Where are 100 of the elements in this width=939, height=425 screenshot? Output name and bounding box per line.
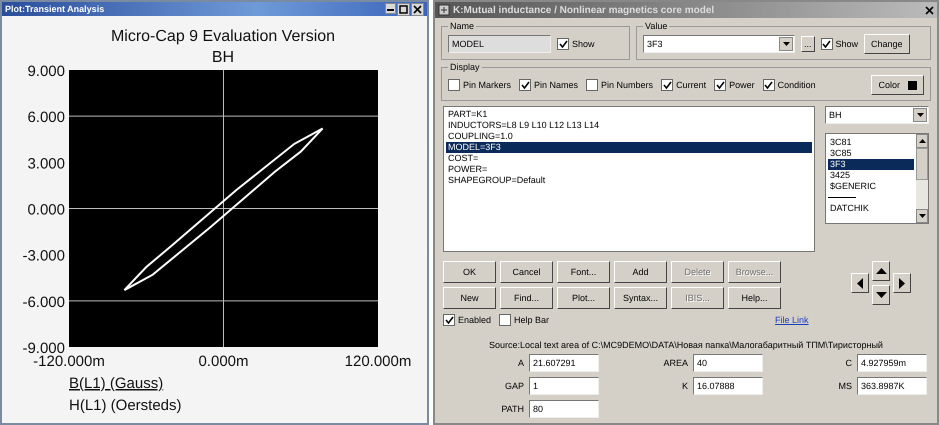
- group-label: Name: [449, 21, 476, 31]
- caret-down-icon: [782, 42, 790, 46]
- dialog-button[interactable]: Syntax...: [614, 287, 667, 309]
- checkbox-label: Help Bar: [514, 315, 550, 325]
- parameter-field[interactable]: 363.8987K: [857, 377, 927, 395]
- app-icon: [438, 4, 450, 16]
- x-tick-label: 0.000m: [198, 353, 249, 370]
- maximize-icon: [399, 4, 408, 14]
- caret-up-icon: [918, 139, 926, 143]
- y-tick-label: -6.000: [22, 294, 65, 311]
- parameter-label: K: [682, 381, 688, 391]
- attribute-item[interactable]: PART=K1: [446, 109, 812, 120]
- checkbox-label: Pin Markers: [463, 80, 512, 90]
- caret-down-icon: [916, 113, 924, 117]
- checkbox-label: Show: [836, 39, 858, 49]
- attribute-item[interactable]: MODEL=3F3: [446, 142, 812, 153]
- color-button[interactable]: Color: [871, 75, 924, 95]
- checkbox-label: Pin Names: [534, 80, 578, 90]
- checkbox-label: Power: [729, 80, 755, 90]
- maximize-button[interactable]: [397, 2, 410, 16]
- y-tick-label: 9.000: [27, 63, 65, 80]
- change-button[interactable]: Change: [864, 34, 910, 54]
- triangle-up-icon: [876, 268, 886, 274]
- close-icon: [413, 4, 422, 14]
- y-tick-label: 6.000: [27, 109, 65, 126]
- parameter-label: A: [518, 358, 524, 368]
- attribute-item[interactable]: COUPLING=1.0: [446, 131, 812, 142]
- up-arrow-button[interactable]: [872, 261, 890, 281]
- dialog-button[interactable]: New: [443, 287, 496, 309]
- group-label: Display: [449, 62, 481, 72]
- checkbox[interactable]: [762, 79, 775, 91]
- right-arrow-button[interactable]: [893, 273, 911, 293]
- triangle-down-icon: [876, 292, 886, 298]
- window-title: Plot:Transient Analysis: [5, 4, 104, 14]
- parameter-label: PATH: [501, 404, 524, 414]
- attribute-item[interactable]: SHAPEGROUP=Default: [446, 175, 812, 186]
- checkbox[interactable]: [820, 38, 833, 50]
- model-item[interactable]: 3F3: [828, 159, 914, 170]
- checkbox[interactable]: [443, 314, 455, 326]
- value-combo[interactable]: 3F3: [643, 35, 795, 53]
- window-title: K:Mutual inductance / Nonlinear magnetics core model: [453, 4, 716, 16]
- plot-heading: Micro-Cap 9 Evaluation Version: [110, 28, 336, 45]
- attribute-item[interactable]: INDUCTORS=L8 L9 L10 L12 L13 L14: [446, 120, 812, 131]
- close-button[interactable]: [411, 2, 424, 16]
- file-link[interactable]: File Link: [775, 315, 809, 325]
- y-tick-label: 3.000: [27, 155, 65, 172]
- model-item[interactable]: $GENERIC: [828, 181, 914, 192]
- parameter-field[interactable]: 80: [529, 400, 599, 418]
- checkbox-label: Current: [676, 80, 706, 90]
- attribute-item[interactable]: COST=: [446, 153, 812, 164]
- checkbox-label: Condition: [778, 80, 816, 90]
- group-label: Value: [644, 21, 668, 31]
- parameter-field[interactable]: 40: [693, 354, 763, 372]
- checkbox[interactable]: [499, 314, 512, 326]
- dialog-button[interactable]: Font...: [557, 261, 610, 283]
- checkbox[interactable]: [519, 79, 532, 91]
- left-arrow-button[interactable]: [851, 273, 869, 293]
- dialog-button[interactable]: Cancel: [500, 261, 553, 283]
- parameter-label: GAP: [504, 381, 524, 391]
- checkbox-label: Enabled: [458, 315, 492, 325]
- dialog-button[interactable]: Plot...: [557, 287, 610, 309]
- checkbox-label: Show: [572, 39, 595, 49]
- close-icon[interactable]: [925, 6, 934, 14]
- checkbox[interactable]: [586, 79, 598, 91]
- dialog-button[interactable]: OK: [443, 261, 496, 283]
- triangle-left-icon: [857, 278, 863, 288]
- model-item[interactable]: 3425: [828, 170, 914, 181]
- checkbox[interactable]: [661, 79, 674, 91]
- minimize-button[interactable]: [385, 2, 396, 14]
- more-button[interactable]: ...: [801, 36, 815, 52]
- checkbox[interactable]: [448, 79, 460, 91]
- minimize-icon: [387, 8, 394, 10]
- chart-title: BH: [212, 49, 234, 66]
- name-field[interactable]: MODEL: [448, 35, 551, 53]
- parameter-field[interactable]: 4.927959m: [857, 354, 927, 372]
- caret-down-icon: [918, 214, 926, 218]
- dialog-button[interactable]: Find...: [500, 287, 553, 309]
- y-tick-label: -3.000: [22, 248, 65, 265]
- checkbox[interactable]: [557, 38, 569, 50]
- model-item[interactable]: 3C81: [828, 137, 914, 148]
- y-tick-label: 0.000: [27, 202, 65, 218]
- parameter-field[interactable]: 1: [529, 377, 599, 395]
- model-combo[interactable]: BH: [825, 106, 929, 124]
- x-tick-label: 120.000m: [344, 353, 412, 370]
- parameter-field[interactable]: 16.07888: [693, 377, 763, 395]
- triangle-right-icon: [899, 278, 905, 288]
- x-axis-label: H(L1) (Oersteds): [69, 397, 182, 414]
- model-item[interactable]: DATCHIK: [828, 203, 914, 214]
- scrollbar[interactable]: [916, 134, 928, 223]
- dialog-button[interactable]: Add: [614, 261, 667, 283]
- dialog-button[interactable]: Help...: [728, 287, 781, 309]
- attribute-item[interactable]: POWER=: [446, 164, 812, 175]
- parameter-label: MS: [838, 381, 852, 391]
- curve-label: B(L1) (Gauss): [69, 375, 164, 392]
- checkbox[interactable]: [714, 79, 726, 91]
- parameter-field[interactable]: 21.607291: [529, 354, 599, 372]
- model-item[interactable]: 3C85: [828, 148, 914, 159]
- parameter-label: AREA: [663, 358, 688, 368]
- checkbox-label: Pin Numbers: [601, 80, 654, 90]
- down-arrow-button[interactable]: [872, 285, 890, 305]
